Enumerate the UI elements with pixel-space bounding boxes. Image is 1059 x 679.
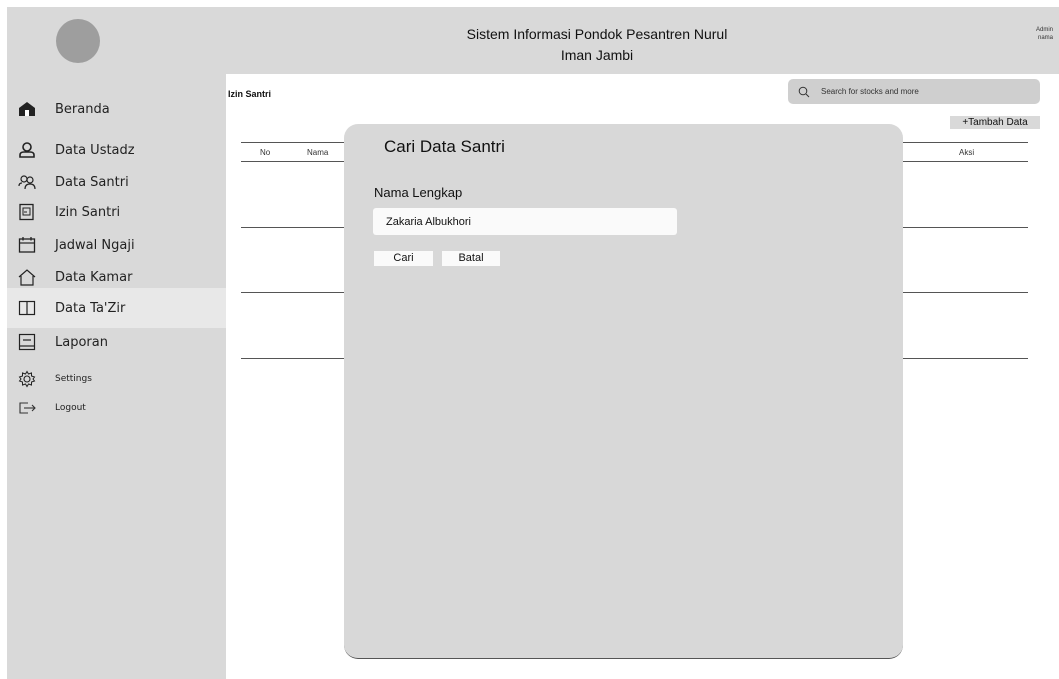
user-icon [18, 141, 36, 159]
app-title-line1: Sistem Informasi Pondok Pesantren Nurul [466, 26, 728, 42]
modal-title: Cari Data Santri [384, 137, 505, 156]
sidebar-item-label: Laporan [55, 334, 108, 350]
table-header-nama: Nama [307, 148, 329, 157]
search-input[interactable]: Search for stocks and more [821, 87, 919, 96]
sidebar-item-beranda[interactable]: Beranda [7, 93, 226, 125]
search-button[interactable]: Cari [374, 251, 433, 266]
nama-lengkap-label: Nama Lengkap [374, 185, 463, 200]
sidebar-item-data-tazir[interactable]: Data Ta'Zir [7, 288, 226, 328]
sidebar-item-logout[interactable]: Logout [7, 392, 226, 424]
sidebar-item-label: Data Kamar [55, 269, 133, 285]
nama-lengkap-input[interactable] [373, 208, 677, 235]
sidebar-item-label: Jadwal Ngaji [55, 237, 135, 253]
admin-info[interactable]: Admin nama [1036, 26, 1053, 42]
sidebar-item-label: Data Ustadz [55, 142, 135, 158]
book-icon [18, 299, 36, 317]
sidebar-item-label: Beranda [55, 101, 110, 117]
home-icon [18, 100, 36, 118]
search-icon [798, 85, 810, 98]
logout-icon [18, 399, 36, 417]
gear-icon [18, 370, 36, 388]
table-header-aksi: Aksi [959, 148, 975, 157]
sidebar-item-jadwal-ngaji[interactable]: Jadwal Ngaji [7, 229, 226, 261]
sidebar-item-label: Izin Santri [55, 204, 121, 220]
add-data-button[interactable]: +Tambah Data [950, 116, 1040, 129]
house-outline-icon [18, 268, 36, 286]
search-bar[interactable]: Search for stocks and more [788, 79, 1040, 104]
calendar-icon [18, 236, 36, 254]
sidebar-item-data-ustadz[interactable]: Data Ustadz [7, 134, 226, 166]
table-header-no: No [260, 148, 271, 157]
cancel-button[interactable]: Batal [442, 251, 500, 266]
users-icon [18, 173, 36, 191]
sidebar-item-data-santri[interactable]: Data Santri [7, 166, 226, 198]
app-title-line2: Iman Jambi [560, 47, 634, 63]
sidebar-item-label: Data Ta'Zir [55, 300, 126, 316]
app-title: Sistem Informasi Pondok Pesantren Nurul … [427, 24, 767, 66]
report-icon [18, 333, 36, 351]
page-title: Izin Santri [228, 89, 272, 99]
search-santri-modal: Cari Data Santri Nama Lengkap Cari Batal [344, 124, 903, 659]
sidebar: Beranda Data Ustadz Data Santri Izin San… [7, 74, 226, 679]
top-header: Sistem Informasi Pondok Pesantren Nurul … [7, 7, 1059, 74]
admin-name: nama [1037, 35, 1053, 41]
sidebar-item-label: Settings [55, 374, 92, 384]
sidebar-item-settings[interactable]: Settings [7, 363, 226, 395]
sidebar-item-izin-santri[interactable]: Izin Santri [7, 196, 226, 228]
sidebar-item-laporan[interactable]: Laporan [7, 326, 226, 358]
logo [56, 19, 100, 63]
admin-role: Admin [1035, 27, 1053, 33]
sidebar-item-label: Data Santri [55, 174, 129, 190]
sidebar-item-label: Logout [55, 403, 86, 413]
document-icon [18, 203, 36, 221]
